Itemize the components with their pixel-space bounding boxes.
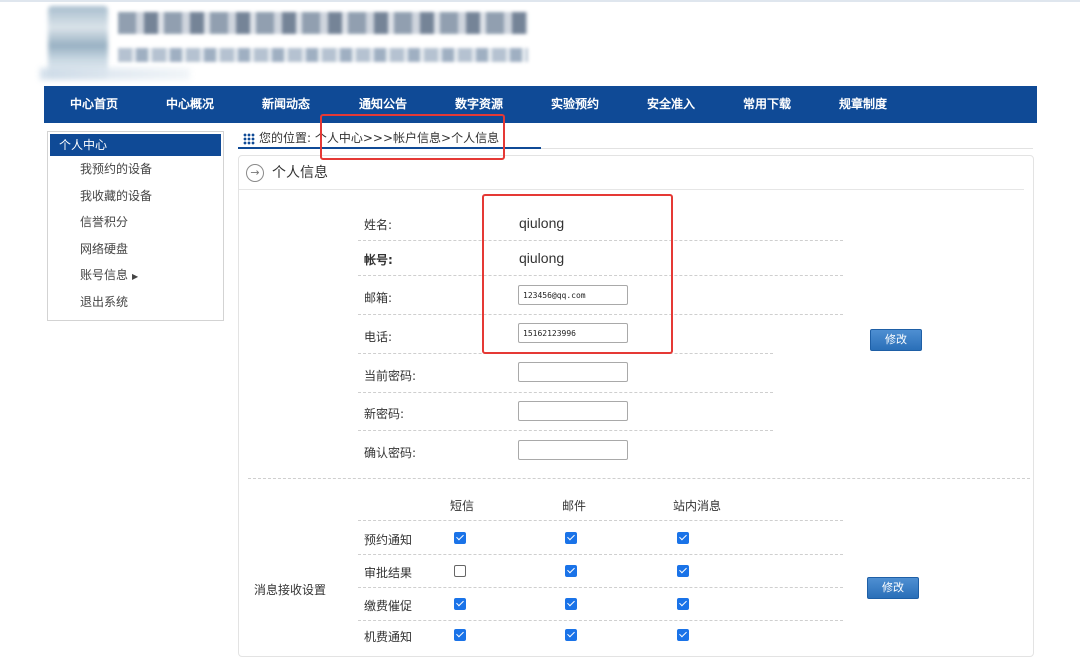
column-header-sms: 短信 (450, 499, 475, 513)
site-logo-blurred (40, 4, 528, 82)
nav-item-safety-access[interactable]: 安全准入 (623, 86, 719, 123)
sidebar-item-label: 信誉积分 (80, 215, 129, 229)
sidebar-item-label: 账号信息 (80, 268, 129, 282)
column-header-email: 邮件 (562, 499, 587, 513)
nav-item-overview[interactable]: 中心概况 (142, 86, 238, 123)
sidebar-item-my-bookings[interactable]: 我预约的设备 (48, 156, 223, 183)
nav-item-lab-booking[interactable]: 实验预约 (527, 86, 623, 123)
nav-item-home[interactable]: 中心首页 (46, 86, 142, 123)
sidebar-item-account-info[interactable]: 账号信息 ▶ (48, 262, 223, 289)
top-border (0, 0, 1080, 2)
row-divider (358, 353, 773, 354)
notify-row-payment-label: 缴费催促 (364, 599, 413, 613)
sidebar-item-network-drive[interactable]: 网络硬盘 (48, 236, 223, 263)
row-divider (358, 392, 773, 393)
column-header-site-message: 站内消息 (673, 499, 722, 513)
caret-right-icon: ▶ (132, 272, 139, 281)
current-password-field[interactable] (518, 362, 628, 382)
grid-dots-icon (243, 132, 255, 145)
row-divider (358, 240, 843, 241)
sidebar-item-credit-points[interactable]: 信誉积分 (48, 209, 223, 236)
sidebar: 个人中心 我预约的设备 我收藏的设备 信誉积分 网络硬盘 账号信息 ▶ 退出系统 (47, 131, 224, 321)
checkbox-booking-site[interactable] (677, 532, 689, 544)
section-divider (248, 478, 1030, 479)
row-divider (358, 314, 843, 315)
email-label: 邮箱: (364, 291, 393, 305)
account-label: 帐号: (364, 253, 393, 267)
confirm-password-field[interactable] (518, 440, 628, 460)
checkbox-fee-site[interactable] (677, 629, 689, 641)
notify-row-booking-label: 预约通知 (364, 533, 413, 547)
breadcrumb-active-underline (238, 147, 541, 149)
phone-label: 电话: (364, 330, 393, 344)
row-divider (358, 520, 843, 521)
row-divider (358, 554, 843, 555)
notify-row-machine-fee-label: 机费通知 (364, 630, 413, 644)
sidebar-item-label: 我收藏的设备 (80, 188, 153, 203)
nav-item-regulations[interactable]: 规章制度 (815, 86, 911, 123)
row-divider (358, 275, 843, 276)
sidebar-item-label: 我预约的设备 (80, 162, 153, 176)
breadcrumb-path[interactable]: 个人中心>>>帐户信息>个人信息 (315, 131, 499, 145)
nav-item-digital-resources[interactable]: 数字资源 (431, 86, 527, 123)
sidebar-item-label: 退出系统 (80, 294, 129, 309)
logo-title-blurred (118, 12, 528, 34)
phone-field[interactable]: 15162123996 (518, 323, 628, 343)
account-value: qiulong (519, 250, 565, 266)
nav-item-notices[interactable]: 通知公告 (335, 86, 431, 123)
checkbox-fee-sms[interactable] (454, 629, 466, 641)
current-password-label: 当前密码: (364, 369, 417, 383)
nav-item-news[interactable]: 新闻动态 (238, 86, 334, 123)
new-password-field[interactable] (518, 401, 628, 421)
sidebar-item-my-favorites[interactable]: 我收藏的设备 (48, 183, 223, 210)
logo-shadow (40, 68, 190, 80)
sidebar-item-label: 网络硬盘 (80, 241, 129, 256)
new-password-label: 新密码: (364, 407, 405, 421)
panel-title: 个人信息 (272, 165, 328, 181)
checkbox-payment-site[interactable] (677, 598, 689, 610)
notify-row-approval-label: 审批结果 (364, 566, 413, 580)
breadcrumb-prefix: 您的位置: (259, 131, 312, 145)
name-value: qiulong (519, 215, 565, 231)
checkbox-booking-email[interactable] (565, 532, 577, 544)
checkbox-booking-sms[interactable] (454, 532, 466, 544)
modify-notifications-button[interactable]: 修改 (867, 577, 919, 599)
modify-profile-button[interactable]: 修改 (870, 329, 922, 351)
row-divider (358, 620, 843, 621)
checkbox-payment-email[interactable] (565, 598, 577, 610)
breadcrumb: 您的位置: 个人中心>>>帐户信息>个人信息 (243, 128, 499, 148)
checkbox-payment-sms[interactable] (454, 598, 466, 610)
panel-header: → 个人信息 (246, 160, 328, 186)
checkbox-fee-email[interactable] (565, 629, 577, 641)
email-field[interactable]: 123456@qq.com (518, 285, 628, 305)
main-nav: 中心首页 中心概况 新闻动态 通知公告 数字资源 实验预约 安全准入 常用下载 … (44, 86, 1037, 123)
name-label: 姓名: (364, 218, 393, 232)
sidebar-item-logout[interactable]: 退出系统 (48, 289, 223, 316)
row-divider (358, 430, 773, 431)
notification-settings-label: 消息接收设置 (254, 583, 327, 597)
checkbox-approval-email[interactable] (565, 565, 577, 577)
arrow-circle-right-icon: → (246, 164, 264, 182)
checkbox-approval-site[interactable] (677, 565, 689, 577)
row-divider (358, 587, 843, 588)
sidebar-header[interactable]: 个人中心 (50, 134, 221, 156)
nav-item-downloads[interactable]: 常用下载 (719, 86, 815, 123)
checkbox-approval-sms[interactable] (454, 565, 466, 577)
logo-subtitle-blurred (118, 48, 528, 62)
confirm-password-label: 确认密码: (364, 446, 417, 460)
panel-header-divider (239, 189, 1024, 190)
